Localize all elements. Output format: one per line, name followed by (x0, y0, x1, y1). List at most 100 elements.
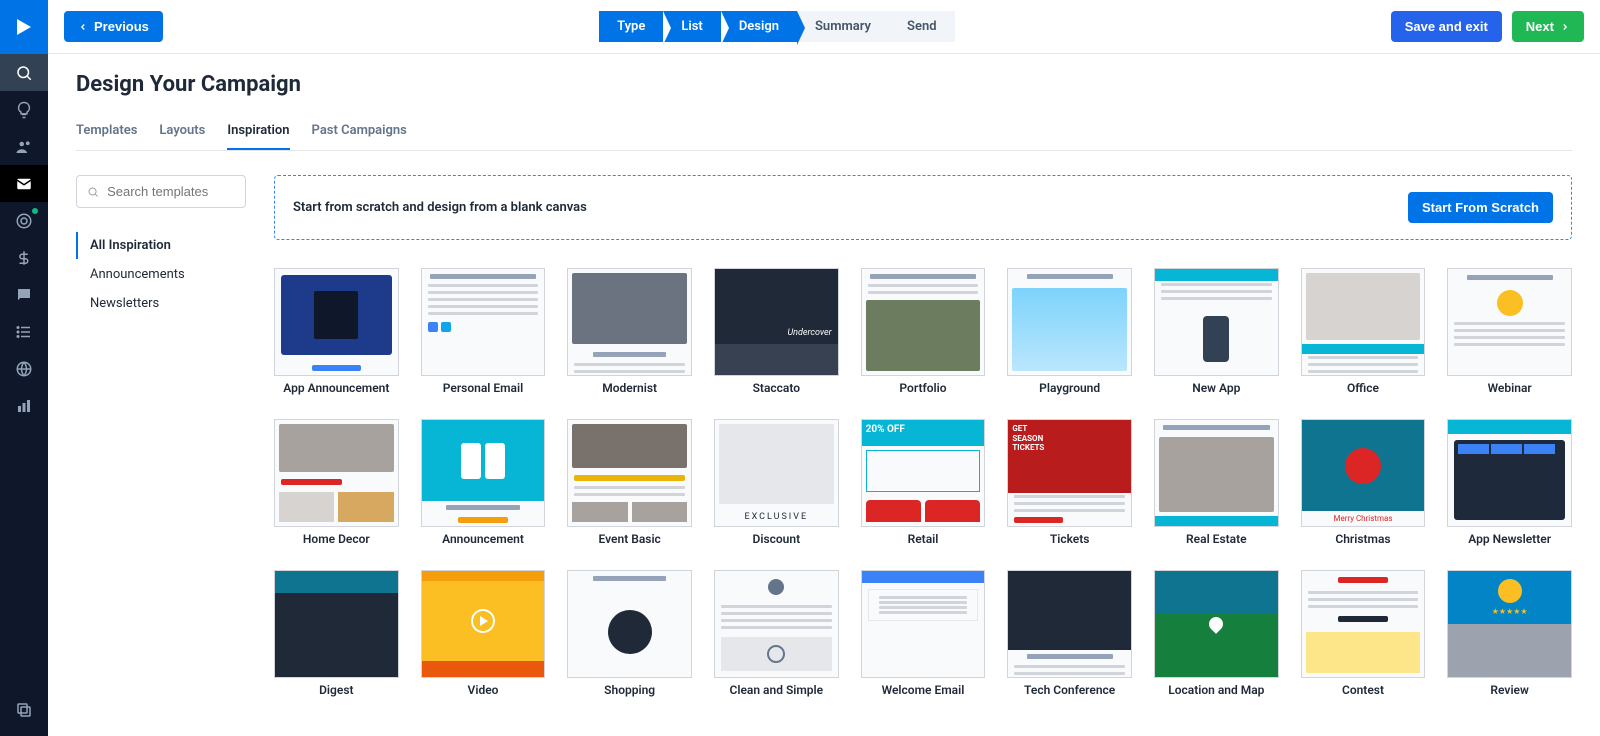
template-label: Personal Email (443, 381, 523, 395)
tab-past-campaigns[interactable]: Past Campaigns (312, 115, 407, 150)
template-label: Tech Conference (1024, 683, 1115, 697)
template-thumb: EXCLUSIVE (714, 419, 839, 527)
template-card-digest[interactable]: Digest (274, 570, 399, 697)
search-icon (87, 185, 99, 199)
template-label: App Newsletter (1468, 532, 1551, 546)
list-icon[interactable] (0, 313, 48, 350)
template-card-retail[interactable]: 20% OFF Retail (861, 419, 986, 546)
template-label: Modernist (602, 381, 657, 395)
template-label: Discount (753, 532, 801, 546)
chevron-left-icon (78, 22, 88, 32)
globe-icon[interactable] (0, 350, 48, 387)
template-card-tickets[interactable]: GETSEASONTICKETSTickets (1007, 419, 1132, 546)
app-logo[interactable] (0, 0, 48, 54)
template-label: Real Estate (1186, 532, 1247, 546)
template-card-shopping[interactable]: Shopping (567, 570, 692, 697)
logo-glyph (17, 19, 31, 35)
template-card-playground[interactable]: Playground (1007, 268, 1132, 395)
template-thumb: 20% OFF (861, 419, 986, 527)
category-all-inspiration[interactable]: All Inspiration (76, 232, 246, 259)
template-label: Retail (908, 532, 939, 546)
template-card-portfolio[interactable]: Portfolio (861, 268, 986, 395)
template-label: Staccato (753, 381, 800, 395)
deal-icon[interactable] (0, 202, 48, 239)
template-thumb (1154, 419, 1279, 527)
step-list[interactable]: List (663, 11, 720, 42)
template-card-christmas[interactable]: Merry ChristmasChristmas (1301, 419, 1426, 546)
template-card-app-ann[interactable]: App Announcement (274, 268, 399, 395)
template-label: Home Decor (303, 532, 370, 546)
template-label: Christmas (1335, 532, 1390, 546)
search-input[interactable] (107, 184, 235, 199)
template-thumb (1154, 268, 1279, 376)
template-thumb (1301, 268, 1426, 376)
template-card-discount[interactable]: EXCLUSIVE Discount (714, 419, 839, 546)
page-title: Design Your Campaign (76, 72, 1572, 97)
tab-layouts[interactable]: Layouts (159, 115, 205, 150)
chevron-right-icon (1560, 22, 1570, 32)
category-newsletters[interactable]: Newsletters (76, 290, 246, 317)
template-label: Contest (1342, 683, 1384, 697)
template-thumb (274, 419, 399, 527)
step-design[interactable]: Design (721, 11, 797, 42)
template-label: Welcome Email (882, 683, 965, 697)
step-send[interactable]: Send (889, 11, 955, 42)
template-label: Location and Map (1168, 683, 1264, 697)
template-card-clean[interactable]: Clean and Simple (714, 570, 839, 697)
template-tabs: Templates Layouts Inspiration Past Campaign… (76, 115, 1572, 151)
template-thumb (421, 268, 546, 376)
bar-chart-icon[interactable] (0, 387, 48, 424)
template-label: Shopping (604, 683, 655, 697)
scratch-banner: Start from scratch and design from a bla… (274, 175, 1572, 240)
tab-inspiration[interactable]: Inspiration (227, 115, 289, 150)
template-card-announcement[interactable]: Announcement (421, 419, 546, 546)
money-icon[interactable] (0, 239, 48, 276)
category-list: All InspirationAnnouncementsNewsletters (76, 232, 246, 317)
template-thumb (714, 570, 839, 678)
template-thumb: ★★★★★ (1447, 570, 1572, 678)
template-thumb (861, 268, 986, 376)
template-label: Playground (1039, 381, 1100, 395)
next-button[interactable]: Next (1512, 11, 1584, 42)
previous-button[interactable]: Previous (64, 11, 163, 42)
search-icon[interactable] (0, 54, 48, 91)
template-card-modernist[interactable]: Modernist (567, 268, 692, 395)
step-type[interactable]: Type (599, 11, 663, 42)
template-card-office[interactable]: Office (1301, 268, 1426, 395)
template-label: Video (468, 683, 499, 697)
template-card-welcome[interactable]: Welcome Email (861, 570, 986, 697)
search-box[interactable] (76, 175, 246, 208)
template-card-staccato[interactable]: Undercover Staccato (714, 268, 839, 395)
template-card-homedecor[interactable]: Home Decor (274, 419, 399, 546)
template-card-video[interactable]: Video (421, 570, 546, 697)
category-announcements[interactable]: Announcements (76, 261, 246, 288)
template-grid: App Announcement Personal Email Modernist U… (274, 268, 1572, 697)
template-card-personal[interactable]: Personal Email (421, 268, 546, 395)
template-card-webinar[interactable]: Webinar (1447, 268, 1572, 395)
step-summary[interactable]: Summary (797, 11, 889, 42)
template-thumb (567, 570, 692, 678)
template-card-map[interactable]: Location and Map (1154, 570, 1279, 697)
template-thumb (421, 570, 546, 678)
template-card-contest[interactable]: Contest (1301, 570, 1426, 697)
copy-icon[interactable] (0, 691, 48, 728)
contacts-icon[interactable] (0, 128, 48, 165)
template-card-review[interactable]: ★★★★★ Review (1447, 570, 1572, 697)
template-thumb (861, 570, 986, 678)
template-label: Review (1490, 683, 1528, 697)
template-label: Tickets (1050, 532, 1090, 546)
idea-icon[interactable] (0, 91, 48, 128)
chat-icon[interactable] (0, 276, 48, 313)
template-card-tech[interactable]: Tech Conference (1007, 570, 1132, 697)
template-label: Announcement (442, 532, 524, 546)
template-card-newapp[interactable]: New App (1154, 268, 1279, 395)
save-and-exit-button[interactable]: Save and exit (1391, 11, 1502, 42)
mail-icon[interactable] (0, 165, 48, 202)
tab-templates[interactable]: Templates (76, 115, 137, 150)
template-card-realestate[interactable]: Real Estate (1154, 419, 1279, 546)
template-card-event[interactable]: Event Basic (567, 419, 692, 546)
template-label: Clean and Simple (730, 683, 824, 697)
start-from-scratch-button[interactable]: Start From Scratch (1408, 192, 1553, 223)
template-card-appnews[interactable]: App Newsletter (1447, 419, 1572, 546)
template-thumb: Undercover (714, 268, 839, 376)
